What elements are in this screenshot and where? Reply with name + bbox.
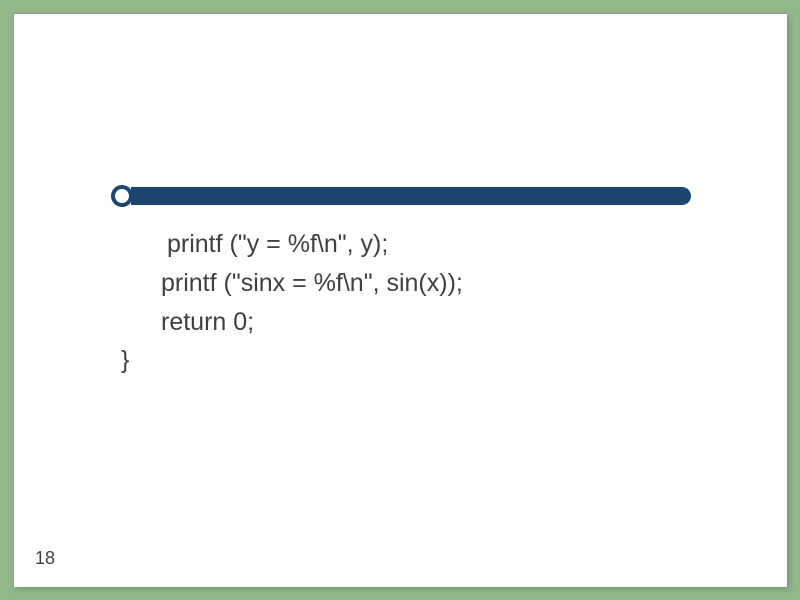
divider <box>111 185 691 207</box>
code-line: } <box>121 341 463 380</box>
border-left <box>13 13 14 587</box>
page-number: 18 <box>35 548 55 569</box>
bullet-icon <box>111 185 133 207</box>
border-top <box>13 13 787 14</box>
divider-bar <box>131 187 691 205</box>
slide: printf ("y = %f\n", y); printf ("sinx = … <box>13 13 787 587</box>
code-line: printf ("y = %f\n", y); <box>121 225 463 264</box>
code-line: printf ("sinx = %f\n", sin(x)); <box>121 264 463 303</box>
code-block: printf ("y = %f\n", y); printf ("sinx = … <box>121 225 463 380</box>
code-line: return 0; <box>121 303 463 342</box>
